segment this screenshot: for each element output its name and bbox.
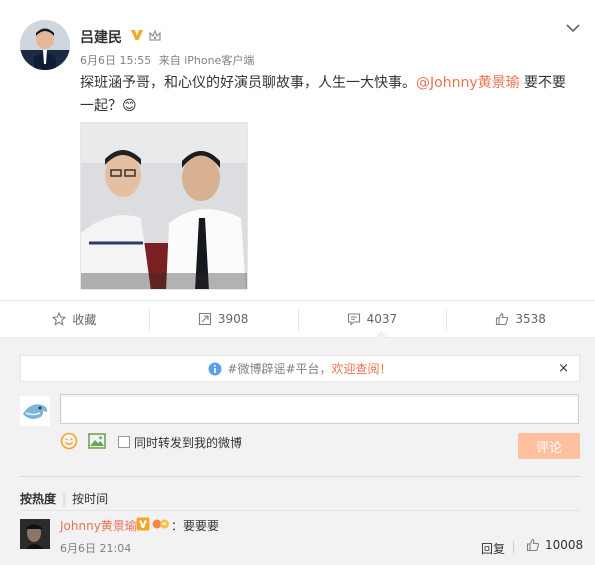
repost-checkbox-label[interactable]: 同时转发到我的微博: [134, 434, 242, 451]
star-icon: [52, 312, 67, 326]
verified-v-icon: [131, 30, 143, 40]
sort-divider: |: [62, 492, 67, 506]
comment-input[interactable]: [60, 394, 579, 424]
fan-badge-icon: [152, 519, 169, 529]
notice-link[interactable]: 欢迎查阅！: [332, 360, 392, 377]
sort-by-time[interactable]: 按时间: [72, 492, 108, 506]
action-divider: [513, 541, 514, 553]
post-photo[interactable]: [80, 122, 248, 290]
post-source: 来自 iPhone客户端: [158, 54, 255, 67]
post-meta: 6月6日 15:55 来自 iPhone客户端: [80, 52, 258, 68]
repost-button[interactable]: 3908: [148, 301, 298, 337]
post-date[interactable]: 6月6日 15:55: [80, 54, 151, 67]
comment-text: ：要要要: [171, 519, 220, 533]
post-actions-bar: 收藏 3908 4037 3538: [0, 300, 595, 338]
comment-time: 6月6日 21:04: [60, 542, 132, 555]
favorite-button[interactable]: 收藏: [0, 301, 149, 337]
chevron-down-icon[interactable]: [565, 20, 581, 36]
comment-icon: [347, 313, 360, 326]
like-count: 3538: [515, 312, 546, 326]
comment-like-count: 10008: [545, 538, 584, 552]
comment-like-button[interactable]: 10008: [526, 538, 583, 552]
emoji-icon[interactable]: [60, 432, 78, 450]
rumor-notice: #微博辟谣#平台， 欢迎查阅！ ×: [20, 355, 580, 382]
sort-by-hot[interactable]: 按热度: [20, 492, 56, 506]
author-name[interactable]: 吕建民: [80, 27, 122, 47]
favorite-label: 收藏: [72, 312, 97, 327]
mention-link[interactable]: @Johnny黄景瑜: [416, 75, 520, 91]
my-avatar[interactable]: [20, 396, 50, 426]
repost-checkbox[interactable]: [118, 436, 130, 448]
verified-v-icon: [136, 517, 150, 531]
author-avatar[interactable]: [20, 20, 70, 70]
divider: [20, 476, 580, 477]
post-text: 探班涵予哥，和心仪的好演员聊故事，人生一大快事。@Johnny黄景瑜 要不要一起…: [80, 72, 580, 118]
commenter-name[interactable]: Johnny黄景瑜: [60, 517, 137, 534]
like-button[interactable]: 3538: [446, 301, 595, 337]
post-text-main: 探班涵予哥，和心仪的好演员聊故事，人生一大快事。: [80, 75, 416, 91]
comment-count: 4037: [366, 312, 398, 326]
commenter-badges: [136, 517, 170, 531]
divider: [20, 510, 580, 511]
thumbs-up-icon: [526, 538, 540, 552]
repost-count: 3908: [217, 312, 249, 326]
comment-area: #微博辟谣#平台，欢迎查阅！ × 同时转发到我的微博 评论 按热度 | 按时间: [0, 338, 595, 565]
notice-close-button[interactable]: ×: [558, 361, 569, 376]
commenter-avatar[interactable]: [20, 519, 50, 549]
image-icon[interactable]: [88, 433, 106, 449]
weibo-post: 吕建民 6月6日 15:55 来自 iPhone客户端 探班涵予哥，和心仪的好演…: [0, 0, 595, 300]
crown-icon[interactable]: [148, 29, 162, 42]
thumbs-up-icon: [496, 312, 509, 326]
submit-comment-button[interactable]: 评论: [518, 433, 580, 459]
reply-button[interactable]: 回复: [481, 540, 505, 557]
comment-sort: 按热度 | 按时间: [20, 490, 108, 507]
repost-icon: [198, 312, 211, 326]
notice-text: #微博辟谣#平台，: [227, 362, 332, 376]
info-icon: [208, 362, 222, 375]
comment-button[interactable]: 4037: [297, 301, 447, 337]
